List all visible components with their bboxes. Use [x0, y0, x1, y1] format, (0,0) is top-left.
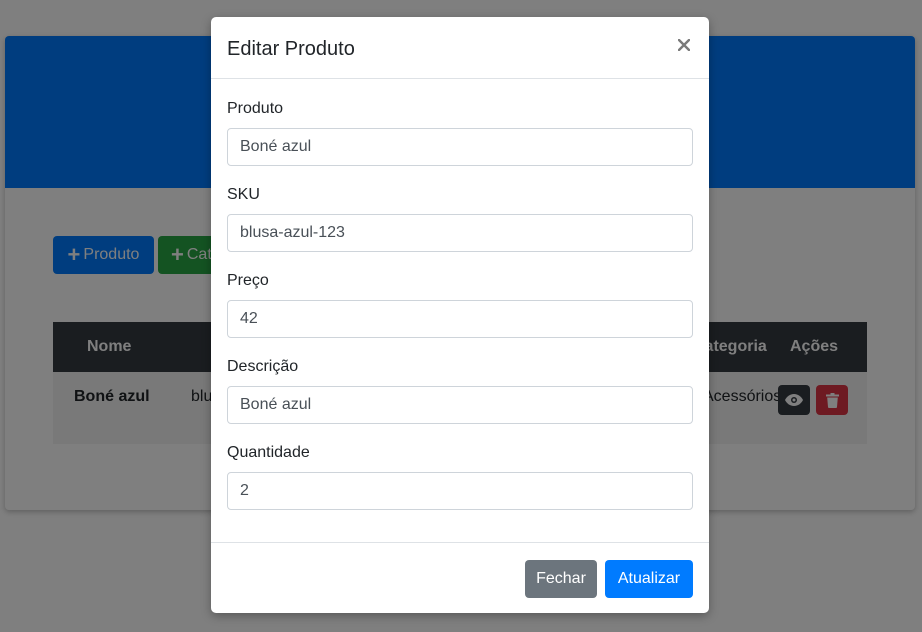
sku-input[interactable] [227, 214, 693, 252]
edit-product-modal: Editar Produto Produto SKU Preço Descriç… [211, 17, 709, 613]
produto-input[interactable] [227, 128, 693, 166]
close-button[interactable] [676, 37, 692, 53]
sku-label: SKU [227, 186, 260, 203]
descricao-input[interactable] [227, 386, 693, 424]
preco-input[interactable] [227, 300, 693, 338]
modal-footer: Fechar Atualizar [211, 542, 709, 613]
quantidade-label: Quantidade [227, 444, 310, 461]
quantidade-input[interactable] [227, 472, 693, 510]
close-icon [678, 39, 690, 51]
produto-label: Produto [227, 100, 284, 117]
preco-label: Preço [227, 272, 269, 289]
modal-header: Editar Produto [211, 17, 709, 79]
modal-title: Editar Produto [227, 38, 355, 60]
descricao-label: Descrição [227, 358, 299, 375]
fechar-button[interactable]: Fechar [525, 560, 597, 598]
atualizar-button[interactable]: Atualizar [605, 560, 693, 598]
